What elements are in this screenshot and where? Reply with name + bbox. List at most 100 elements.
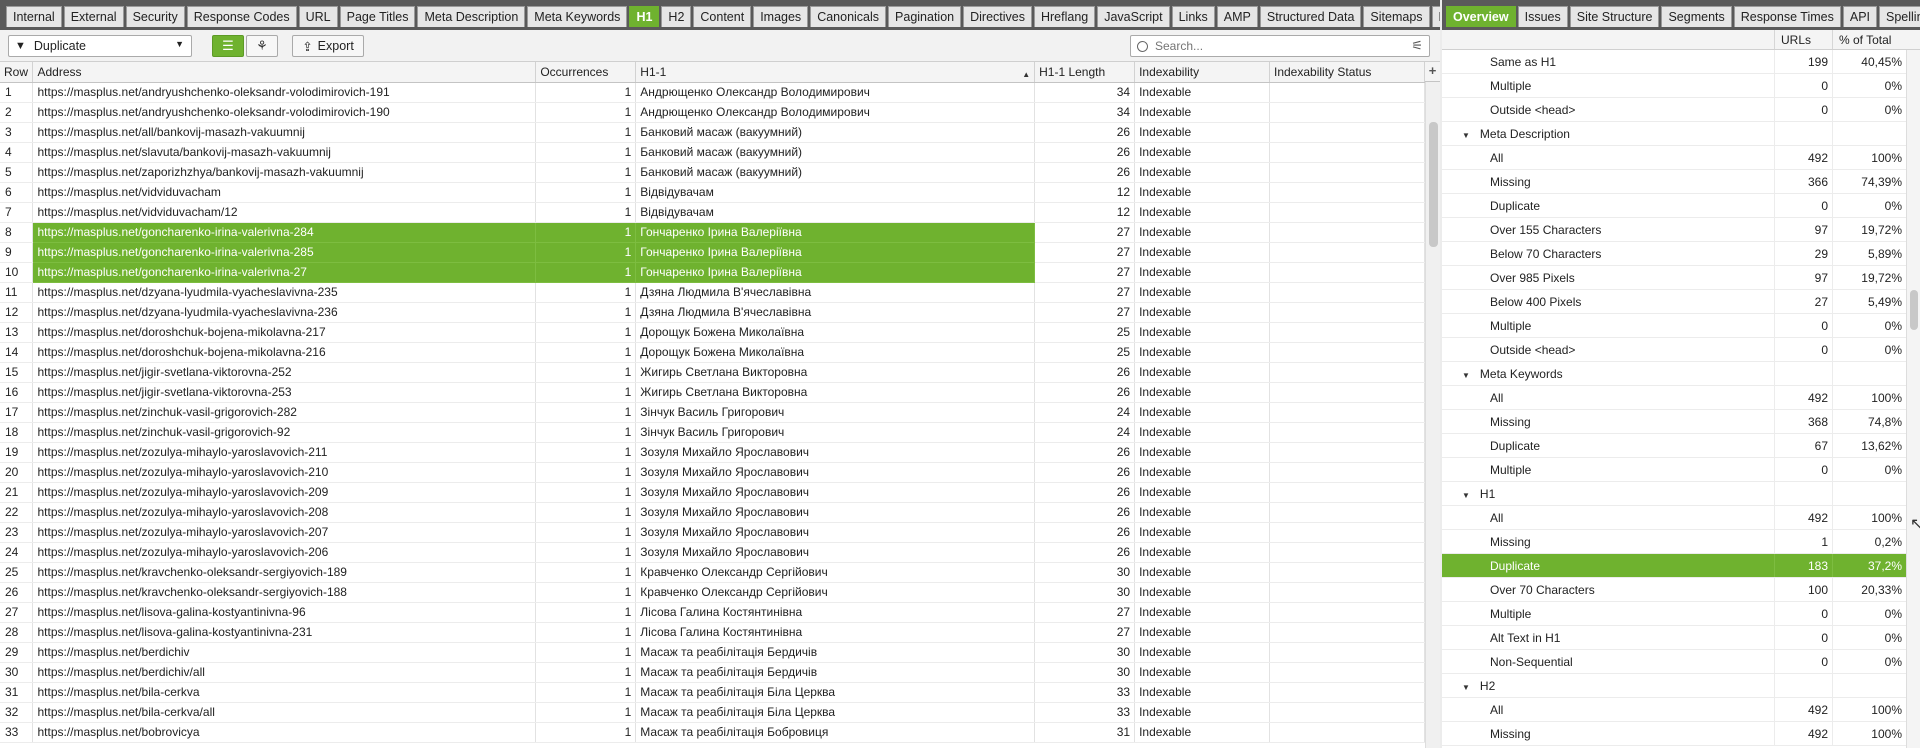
table-row[interactable]: 1 https://masplus.net/andryushchenko-olek…	[0, 82, 1425, 103]
tab-sitemaps[interactable]: Sitemaps	[1363, 6, 1430, 27]
tab-overview[interactable]: Overview	[1446, 6, 1516, 27]
table-row[interactable]: 15 https://masplus.net/jigir-svetlana-vik…	[0, 362, 1425, 383]
scrollbar-thumb[interactable]	[1429, 122, 1438, 247]
tab-javascript[interactable]: JavaScript	[1097, 6, 1170, 27]
table-row[interactable]: 2 https://masplus.net/andryushchenko-olek…	[0, 102, 1425, 123]
overview-item[interactable]: Missing 1 0,2%	[1442, 530, 1906, 554]
tab-site-structure[interactable]: Site Structure	[1569, 6, 1660, 27]
tab-external[interactable]: External	[63, 6, 124, 27]
overview-item[interactable]: Duplicate 67 13,62%	[1442, 434, 1906, 458]
table-row[interactable]: 8 https://masplus.net/goncharenko-irina-v…	[0, 222, 1425, 243]
tab-response-codes[interactable]: Response Codes	[186, 6, 297, 27]
col-header-pct[interactable]: % of Total	[1832, 30, 1906, 49]
export-button[interactable]: ⇪ Export	[292, 35, 364, 57]
tab-url[interactable]: URL	[298, 6, 338, 27]
col-header-h1-length[interactable]: H1-1 Length	[1034, 62, 1136, 83]
table-row[interactable]: 10 https://masplus.net/goncharenko-irina-…	[0, 262, 1425, 283]
table-row[interactable]: 29 https://masplus.net/berdichiv 1 Масаж та…	[0, 642, 1425, 663]
tab-api[interactable]: API	[1842, 6, 1878, 27]
overview-item[interactable]: All 492 100%	[1442, 146, 1906, 170]
table-row[interactable]: 4 https://masplus.net/slavuta/bankovij-ma…	[0, 142, 1425, 163]
overview-group[interactable]: ▼ Meta Keywords	[1442, 362, 1906, 386]
filter-dropdown[interactable]: ▼ Duplicate ▼	[8, 35, 192, 57]
tab-meta-keywords[interactable]: Meta Keywords	[527, 6, 628, 27]
overview-item[interactable]: Missing 368 74,8%	[1442, 410, 1906, 434]
tab-directives[interactable]: Directives	[963, 6, 1032, 27]
table-row[interactable]: 26 https://masplus.net/kravchenko-oleksan…	[0, 582, 1425, 603]
caret-down-icon[interactable]: ▼	[1462, 491, 1470, 500]
col-header-h1[interactable]: H1-1 ▲	[635, 62, 1036, 83]
caret-down-icon[interactable]: ▼	[1462, 131, 1470, 140]
overview-scrollbar[interactable]	[1906, 50, 1920, 748]
caret-down-icon[interactable]: ▼	[1462, 683, 1470, 692]
overview-item[interactable]: All 492 100%	[1442, 386, 1906, 410]
tab-amp[interactable]: AMP	[1216, 6, 1258, 27]
overview-item[interactable]: Missing 366 74,39%	[1442, 170, 1906, 194]
tab-page-titles[interactable]: Page Titles	[339, 6, 416, 27]
tab-structured-data[interactable]: Structured Data	[1259, 6, 1362, 27]
tab-h2[interactable]: H2	[661, 6, 692, 27]
table-row[interactable]: 24 https://masplus.net/zozulya-mihaylo-ya…	[0, 542, 1425, 563]
overview-item[interactable]: Outside <head> 0 0%	[1442, 338, 1906, 362]
col-header-urls[interactable]: URLs	[1774, 30, 1832, 49]
tab-spelling[interactable]: Spelling	[1879, 6, 1920, 27]
tab-images[interactable]: Images	[753, 6, 809, 27]
add-column-button[interactable]: +	[1425, 62, 1440, 82]
overview-item[interactable]: Same as H1 199 40,45%	[1442, 50, 1906, 74]
tab-links[interactable]: Links	[1171, 6, 1215, 27]
table-row[interactable]: 11 https://masplus.net/dzyana-lyudmila-vy…	[0, 282, 1425, 303]
list-view-button[interactable]: ☰	[212, 35, 244, 57]
table-row[interactable]: 14 https://masplus.net/doroshchuk-bojena-…	[0, 342, 1425, 363]
overview-item[interactable]: Duplicate 0 0%	[1442, 194, 1906, 218]
table-row[interactable]: 20 https://masplus.net/zozulya-mihaylo-ya…	[0, 462, 1425, 483]
table-row[interactable]: 7 https://masplus.net/vidviduvacham/12 1 Ві…	[0, 202, 1425, 223]
tab-security[interactable]: Security	[125, 6, 185, 27]
col-header-row[interactable]: Row	[0, 62, 34, 83]
tree-view-button[interactable]: ⚘	[246, 35, 278, 57]
overview-item[interactable]: Multiple 0 0%	[1442, 74, 1906, 98]
table-row[interactable]: 13 https://masplus.net/doroshchuk-bojena-…	[0, 322, 1425, 343]
overview-item[interactable]: Below 400 Pixels 27 5,49%	[1442, 290, 1906, 314]
table-row[interactable]: 30 https://masplus.net/berdichiv/all 1 Маса…	[0, 662, 1425, 683]
tab-hreflang[interactable]: Hreflang	[1033, 6, 1096, 27]
table-row[interactable]: 33 https://masplus.net/bobrovicya 1 Масаж т…	[0, 722, 1425, 743]
overview-group[interactable]: ▼ Meta Description	[1442, 122, 1906, 146]
tab-pagination[interactable]: Pagination	[888, 6, 962, 27]
col-header-address[interactable]: Address	[32, 62, 537, 83]
table-row[interactable]: 27 https://masplus.net/lisova-galina-kost…	[0, 602, 1425, 623]
tab-pagespeed[interactable]: PageSpeed	[1431, 6, 1440, 27]
caret-down-icon[interactable]: ▼	[1462, 371, 1470, 380]
tab-issues[interactable]: Issues	[1517, 6, 1568, 27]
table-row[interactable]: 28 https://masplus.net/lisova-galina-kost…	[0, 622, 1425, 643]
overview-item[interactable]: Over 70 Characters 100 20,33%	[1442, 578, 1906, 602]
overview-item[interactable]: Multiple 0 0%	[1442, 602, 1906, 626]
table-row[interactable]: 16 https://masplus.net/jigir-svetlana-vik…	[0, 382, 1425, 403]
table-row[interactable]: 5 https://masplus.net/zaporizhzhya/bankov…	[0, 162, 1425, 183]
table-row[interactable]: 22 https://masplus.net/zozulya-mihaylo-ya…	[0, 502, 1425, 523]
table-row[interactable]: 23 https://masplus.net/zozulya-mihaylo-ya…	[0, 522, 1425, 543]
overview-item[interactable]: Over 155 Characters 97 19,72%	[1442, 218, 1906, 242]
overview-item[interactable]: All 492 100%	[1442, 506, 1906, 530]
table-row[interactable]: 9 https://masplus.net/goncharenko-irina-v…	[0, 242, 1425, 263]
col-header-indexability-status[interactable]: Indexability Status	[1269, 62, 1425, 83]
table-row[interactable]: 31 https://masplus.net/bila-cerkva 1 Масаж …	[0, 682, 1425, 703]
sliders-icon[interactable]: ⚟	[1411, 38, 1423, 54]
overview-group[interactable]: ▼ H1	[1442, 482, 1906, 506]
table-row[interactable]: 18 https://masplus.net/zinchuk-vasil-grig…	[0, 422, 1425, 443]
col-header-indexability[interactable]: Indexability	[1134, 62, 1270, 83]
tab-internal[interactable]: Internal	[6, 6, 62, 27]
overview-item[interactable]: All 492 100%	[1442, 698, 1906, 722]
table-row[interactable]: 12 https://masplus.net/dzyana-lyudmila-vy…	[0, 302, 1425, 323]
tab-meta-description[interactable]: Meta Description	[417, 6, 526, 27]
tab-h1[interactable]: H1	[629, 6, 660, 27]
table-row[interactable]: 3 https://masplus.net/all/bankovij-masazh…	[0, 122, 1425, 143]
table-row[interactable]: 6 https://masplus.net/vidviduvacham 1 Відві…	[0, 182, 1425, 203]
overview-item[interactable]: Outside <head> 0 0%	[1442, 98, 1906, 122]
table-row[interactable]: 32 https://masplus.net/bila-cerkva/all 1 Ма…	[0, 702, 1425, 723]
overview-item[interactable]: Non-Sequential 0 0%	[1442, 650, 1906, 674]
tab-canonicals[interactable]: Canonicals	[810, 6, 887, 27]
tab-content[interactable]: Content	[693, 6, 752, 27]
scrollbar-thumb[interactable]	[1910, 290, 1918, 330]
col-header-occurrences[interactable]: Occurrences	[535, 62, 637, 83]
table-row[interactable]: 21 https://masplus.net/zozulya-mihaylo-ya…	[0, 482, 1425, 503]
